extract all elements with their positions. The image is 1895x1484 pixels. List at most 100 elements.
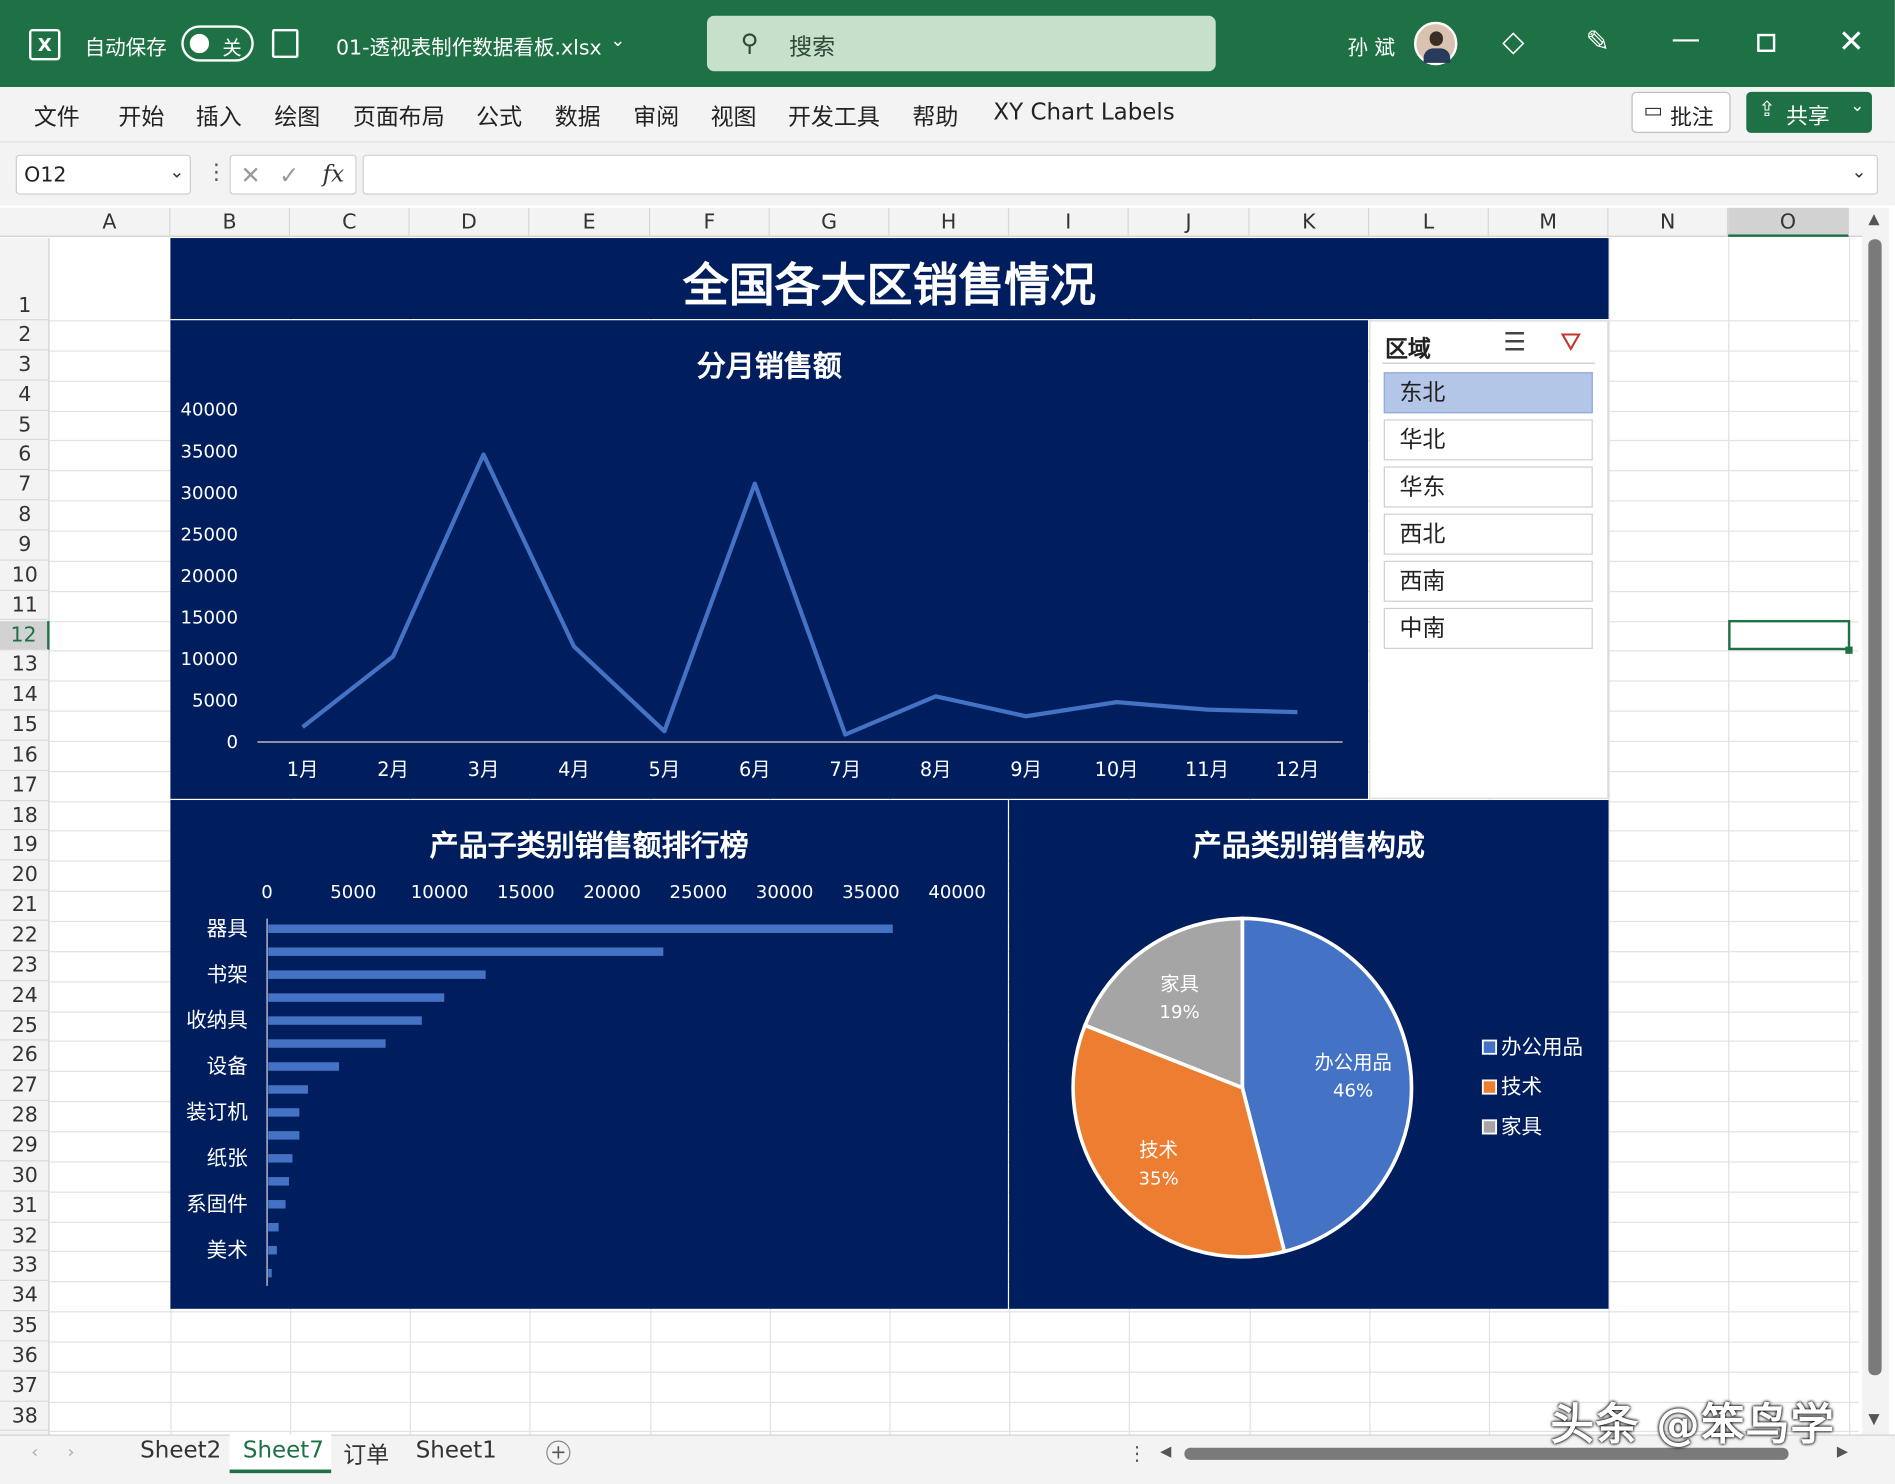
formula-input[interactable]: ⌄ bbox=[362, 154, 1879, 195]
clear-filter-icon[interactable]: ⛛ bbox=[1560, 328, 1581, 358]
column-header-e[interactable]: E bbox=[529, 207, 651, 237]
row-header-15[interactable]: 15 bbox=[0, 711, 50, 741]
tab-view[interactable]: 视图 bbox=[711, 99, 757, 132]
slicer-item[interactable]: 东北 bbox=[1383, 372, 1593, 414]
insert-function-icon[interactable]: fx bbox=[323, 161, 344, 188]
row-header-9[interactable]: 9 bbox=[0, 530, 50, 561]
search-input[interactable]: ⚲ 搜索 bbox=[706, 15, 1216, 72]
category-composition-chart[interactable]: 产品类别销售构成 办公用品 46% 技术 35% 家具 19% 办公用品 技术 家具 bbox=[1009, 800, 1609, 1309]
column-header-d[interactable]: D bbox=[410, 207, 530, 237]
row-header-12[interactable]: 12 bbox=[0, 620, 50, 651]
row-header-28[interactable]: 28 bbox=[0, 1101, 50, 1132]
sheet-tab-sheet1[interactable]: Sheet1 bbox=[416, 1437, 497, 1464]
row-header-3[interactable]: 3 bbox=[0, 350, 50, 381]
row-header-11[interactable]: 11 bbox=[0, 591, 50, 621]
slicer-item[interactable]: 中南 bbox=[1383, 607, 1593, 649]
tab-review[interactable]: 审阅 bbox=[633, 99, 679, 132]
scroll-right-icon[interactable]: ▶ bbox=[1837, 1443, 1848, 1460]
row-header-29[interactable]: 29 bbox=[0, 1131, 50, 1162]
row-header-19[interactable]: 19 bbox=[0, 831, 50, 861]
selected-cell[interactable] bbox=[1728, 619, 1851, 651]
sheet-tab-sheet2[interactable]: Sheet2 bbox=[140, 1437, 221, 1464]
row-header-25[interactable]: 25 bbox=[0, 1011, 50, 1041]
scroll-down-icon[interactable]: ▼ bbox=[1868, 1410, 1879, 1427]
slicer-item[interactable]: 西南 bbox=[1383, 560, 1593, 602]
row-header-7[interactable]: 7 bbox=[0, 470, 50, 501]
tab-home[interactable]: 开始 bbox=[118, 99, 164, 132]
multi-select-icon[interactable]: ☰ bbox=[1503, 328, 1526, 357]
column-header-h[interactable]: H bbox=[889, 207, 1010, 237]
add-sheet-icon[interactable]: + bbox=[546, 1440, 571, 1465]
row-header-18[interactable]: 18 bbox=[0, 801, 50, 831]
tab-developer[interactable]: 开发工具 bbox=[788, 99, 880, 132]
share-button[interactable]: ⇪ 共享 ⌄ bbox=[1746, 91, 1872, 133]
subcategory-ranking-chart[interactable]: 产品子类别销售额排行榜 0 5000 10000 15000 20000 25000 300… bbox=[170, 800, 1008, 1309]
row-header-27[interactable]: 27 bbox=[0, 1071, 50, 1102]
row-header-4[interactable]: 4 bbox=[0, 380, 50, 411]
row-header-32[interactable]: 32 bbox=[0, 1221, 50, 1252]
file-name[interactable]: 01-透视表制作数据看板.xlsx bbox=[336, 30, 602, 60]
maximize-icon[interactable] bbox=[1757, 33, 1776, 52]
tab-xy-chart-labels[interactable]: XY Chart Labels bbox=[993, 99, 1174, 126]
row-header-33[interactable]: 33 bbox=[0, 1251, 50, 1282]
pen-icon[interactable]: ✎ bbox=[1586, 24, 1610, 58]
slicer-item[interactable]: 华北 bbox=[1383, 419, 1593, 461]
row-header-1[interactable]: 1 bbox=[0, 238, 50, 321]
row-header-22[interactable]: 22 bbox=[0, 921, 50, 951]
autosave-toggle[interactable]: 关 bbox=[181, 25, 254, 62]
cancel-icon[interactable]: ✕ bbox=[240, 161, 260, 190]
row-header-17[interactable]: 17 bbox=[0, 771, 50, 801]
user-name[interactable]: 孙 斌 bbox=[1347, 30, 1395, 60]
column-header-l[interactable]: L bbox=[1369, 207, 1489, 237]
column-header-c[interactable]: C bbox=[290, 207, 410, 237]
next-sheet-icon[interactable]: › bbox=[68, 1443, 75, 1462]
column-header-n[interactable]: N bbox=[1609, 207, 1729, 237]
prev-sheet-icon[interactable]: ‹ bbox=[31, 1443, 38, 1462]
chevron-down-icon[interactable]: ⌄ bbox=[169, 161, 184, 183]
sheet-tab-orders[interactable]: 订单 bbox=[343, 1437, 389, 1470]
row-header-34[interactable]: 34 bbox=[0, 1281, 50, 1312]
active-sheet-tab[interactable]: Sheet7 bbox=[229, 1434, 332, 1474]
chevron-down-icon[interactable]: ⌄ bbox=[610, 29, 625, 51]
column-header-k[interactable]: K bbox=[1250, 207, 1370, 237]
name-box[interactable]: O12 ⌄ bbox=[15, 154, 191, 195]
column-header-g[interactable]: G bbox=[770, 207, 890, 237]
column-header-a[interactable]: A bbox=[50, 207, 171, 237]
row-header-2[interactable]: 2 bbox=[0, 320, 50, 351]
row-header-24[interactable]: 24 bbox=[0, 981, 50, 1011]
tab-file[interactable]: 文件 bbox=[34, 99, 80, 132]
more-icon[interactable]: ⋮ bbox=[1128, 1442, 1147, 1465]
column-header-i[interactable]: I bbox=[1009, 207, 1129, 237]
enter-icon[interactable]: ✓ bbox=[279, 161, 299, 190]
row-header-16[interactable]: 16 bbox=[0, 741, 50, 771]
row-header-8[interactable]: 8 bbox=[0, 500, 50, 531]
vertical-scrollbar[interactable]: ▲ ▼ bbox=[1862, 207, 1889, 1435]
fill-handle[interactable] bbox=[1845, 646, 1853, 654]
column-header-f[interactable]: F bbox=[650, 207, 770, 237]
tab-data[interactable]: 数据 bbox=[555, 99, 601, 132]
scroll-up-icon[interactable]: ▲ bbox=[1868, 210, 1879, 227]
row-header-26[interactable]: 26 bbox=[0, 1041, 50, 1072]
row-header-30[interactable]: 30 bbox=[0, 1161, 50, 1192]
slicer-item[interactable]: 华东 bbox=[1383, 466, 1593, 508]
column-header-m[interactable]: M bbox=[1489, 207, 1609, 237]
tab-page-layout[interactable]: 页面布局 bbox=[353, 99, 445, 132]
avatar[interactable] bbox=[1413, 21, 1458, 66]
row-header-35[interactable]: 35 bbox=[0, 1311, 50, 1342]
row-header-36[interactable]: 36 bbox=[0, 1341, 50, 1372]
tab-draw[interactable]: 绘图 bbox=[274, 99, 320, 132]
row-header-20[interactable]: 20 bbox=[0, 861, 50, 891]
row-header-31[interactable]: 31 bbox=[0, 1191, 50, 1222]
save-icon[interactable] bbox=[271, 29, 299, 59]
comment-button[interactable]: ▭ 批注 bbox=[1631, 91, 1731, 133]
row-header-21[interactable]: 21 bbox=[0, 891, 50, 921]
column-header-o[interactable]: O bbox=[1728, 207, 1850, 237]
close-icon[interactable]: ✕ bbox=[1838, 24, 1864, 60]
column-header-b[interactable]: B bbox=[170, 207, 291, 237]
tab-insert[interactable]: 插入 bbox=[196, 99, 242, 132]
minimize-icon[interactable]: — bbox=[1671, 22, 1700, 56]
row-header-13[interactable]: 13 bbox=[0, 651, 50, 681]
tab-help[interactable]: 帮助 bbox=[912, 99, 958, 132]
tab-formulas[interactable]: 公式 bbox=[476, 99, 522, 132]
scroll-left-icon[interactable]: ◀ bbox=[1160, 1443, 1171, 1460]
